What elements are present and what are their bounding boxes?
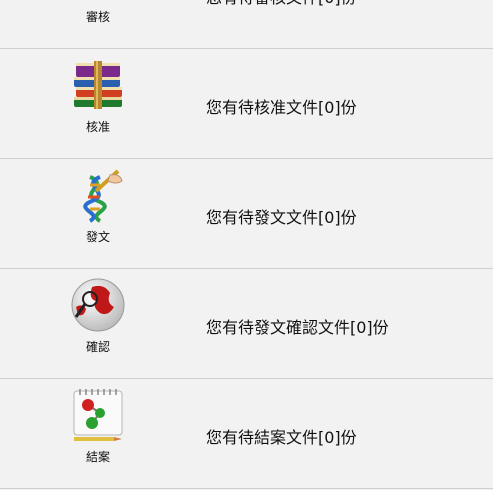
approve-message: 您有待核准文件[0]份	[206, 98, 357, 117]
task-row-confirm: 確認 您有待發文確認文件[0]份	[0, 269, 493, 379]
dispatch-task-button[interactable]: 發文	[52, 159, 144, 269]
approve-task-button[interactable]: 核准	[52, 49, 144, 159]
task-row-dispatch: 發文 您有待發文文件[0]份	[0, 159, 493, 269]
task-row-review: 審核 您有待審核文件[0]份	[0, 0, 493, 49]
dispatch-label: 發文	[85, 230, 110, 244]
task-row-approve: 核准 您有待核准文件[0]份	[0, 49, 493, 159]
confirm-task-button[interactable]: 確認	[52, 269, 144, 379]
close-task-button[interactable]: 結案	[52, 379, 144, 489]
review-label: 審核	[85, 10, 110, 24]
dna-pen-icon	[70, 167, 126, 223]
confirm-message: 您有待發文確認文件[0]份	[206, 318, 389, 337]
dispatch-message: 您有待發文文件[0]份	[206, 208, 357, 227]
confirm-label: 確認	[85, 340, 110, 354]
books-stack-icon	[70, 57, 126, 113]
notepad-molecule-icon	[70, 387, 126, 443]
close-message: 您有待結案文件[0]份	[206, 428, 357, 447]
pen-icon	[70, 0, 126, 3]
task-list: 審核 您有待審核文件[0]份 核准 您	[0, 0, 493, 489]
review-message: 您有待審核文件[0]份	[206, 0, 357, 8]
globe-search-icon	[70, 277, 126, 333]
approve-label: 核准	[85, 120, 110, 134]
close-label: 結案	[85, 450, 110, 464]
review-task-button[interactable]: 審核	[52, 0, 144, 49]
task-row-close: 結案 您有待結案文件[0]份	[0, 379, 493, 489]
